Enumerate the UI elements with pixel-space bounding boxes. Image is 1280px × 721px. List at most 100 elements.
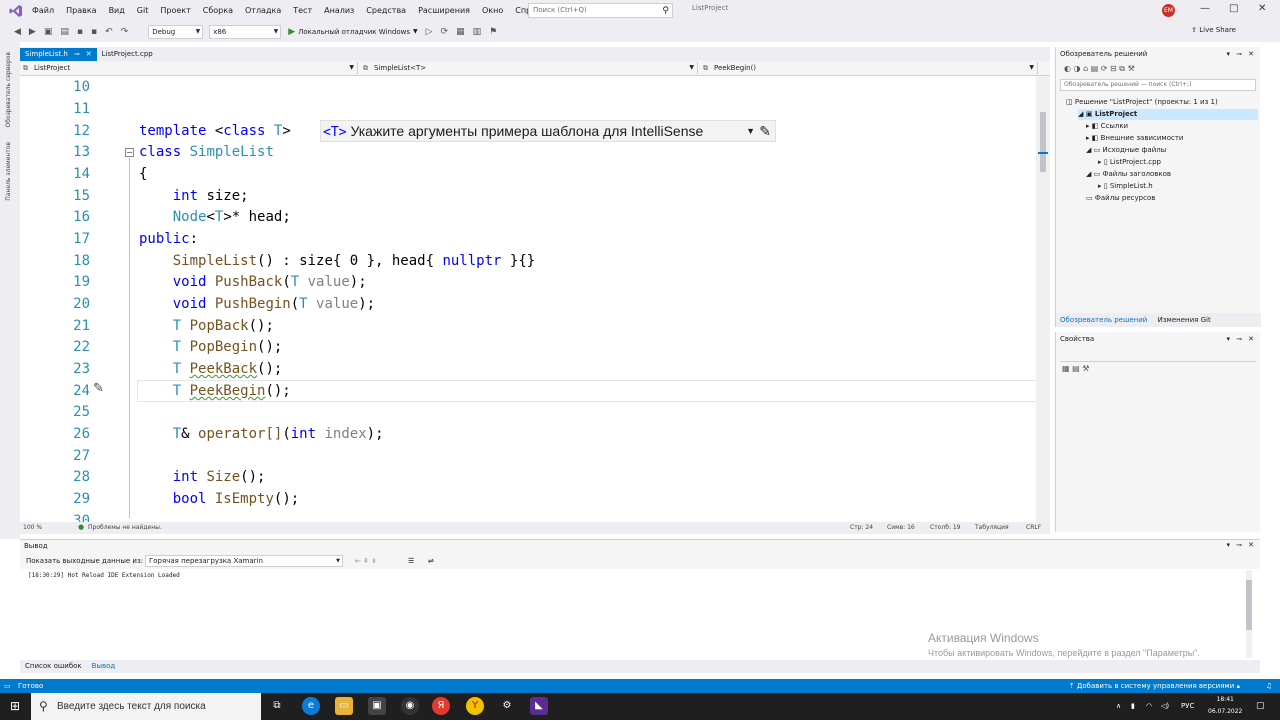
tab-output[interactable]: Вывод <box>87 660 121 673</box>
keyboard-language[interactable]: РУС <box>1181 693 1194 720</box>
edit-pencil-icon[interactable]: ✎ <box>759 121 771 141</box>
forward-icon[interactable]: ◑ <box>1074 64 1081 73</box>
menu-window[interactable]: Окно <box>476 0 509 21</box>
tray-app-icon[interactable]: ▮ <box>1131 693 1135 720</box>
intellisense-template-bar[interactable]: <T> Укажите аргументы примера шаблона для… <box>320 120 776 142</box>
pin-icon[interactable]: ⊸ <box>1236 541 1242 549</box>
server-explorer-tab[interactable]: Обозреватель серверов <box>5 52 12 128</box>
tab-simplelist-h[interactable]: SimpleList.h ⊸ ✕ <box>20 48 97 61</box>
properties-object-select[interactable] <box>1060 348 1256 362</box>
visual-studio-taskbar-icon[interactable]: ◣ <box>530 697 548 715</box>
output-source-select[interactable]: Горячая перезагрузка Xamarin ▼ <box>145 555 343 567</box>
file-explorer-icon[interactable]: ▭ <box>335 697 353 715</box>
tree-external-deps[interactable]: ▸ ◧ Внешние зависимости <box>1086 133 1183 144</box>
categorized-icon[interactable]: ▦ <box>1062 364 1070 373</box>
tab-error-list[interactable]: Список ошибок <box>20 660 87 673</box>
menu-file[interactable]: Файл <box>26 0 60 21</box>
close-icon[interactable]: ✕ <box>1248 47 1254 61</box>
store-icon[interactable]: ▣ <box>368 697 386 715</box>
menu-build[interactable]: Сборка <box>197 0 239 21</box>
word-wrap-icon[interactable]: ⇌ <box>428 553 434 569</box>
property-pages-icon[interactable]: ⚒ <box>1082 364 1089 373</box>
find-message-icon[interactable]: ⇤ ⇞ ⇟ <box>355 553 377 569</box>
windows-start-icon[interactable]: ⊞ <box>10 699 20 713</box>
edge-icon[interactable]: e <box>302 697 320 715</box>
chrome-icon[interactable]: ◉ <box>401 697 419 715</box>
chevron-down-icon[interactable]: ▼ <box>746 121 755 141</box>
run-without-debug-icon[interactable]: ▷ <box>426 27 433 37</box>
pin-icon[interactable]: ⊸ <box>1236 47 1242 61</box>
network-icon[interactable]: ◠ <box>1146 693 1152 720</box>
tree-solution[interactable]: ◫ Решение "ListProject" (проекты: 1 из 1… <box>1066 97 1218 108</box>
solution-search-input[interactable]: Обозреватель решений — поиск (Ctrl+;) <box>1060 79 1256 91</box>
settings-icon[interactable]: ⚙ <box>498 697 516 715</box>
menu-project[interactable]: Проект <box>154 0 196 21</box>
back-icon[interactable]: ◀ <box>14 27 21 37</box>
search-input[interactable]: Поиск (Ctrl+Q) ⚲ <box>528 3 673 18</box>
code-editor[interactable]: 10 11 12 13 14 15 16 17 18 19 20 21 22 2… <box>20 76 1050 522</box>
tree-project[interactable]: ◢ ▣ ListProject <box>1078 109 1258 120</box>
back-icon[interactable]: ◐ <box>1064 64 1071 73</box>
task-view-icon[interactable]: ⧉ <box>268 697 286 715</box>
tree-source-files[interactable]: ◢ ▭ Исходные файлы <box>1086 145 1166 156</box>
member-select[interactable]: ⧉ PeekBegin() ▼ <box>700 62 1038 74</box>
platform-select[interactable]: x86 ▼ <box>209 24 282 39</box>
tree-header-files[interactable]: ◢ ▭ Файлы заголовков <box>1086 169 1171 180</box>
close-icon[interactable]: ✕ <box>86 48 92 61</box>
hot-reload-icon[interactable]: ⟳ <box>441 27 449 37</box>
configuration-select[interactable]: Debug ▼ <box>148 24 204 39</box>
yandex-icon[interactable]: Я <box>432 697 450 715</box>
tree-resource-files[interactable]: ▭ Файлы ресурсов <box>1086 193 1155 204</box>
menu-view[interactable]: Вид <box>103 0 131 21</box>
tray-chevron-icon[interactable]: ∧ <box>1116 693 1121 720</box>
bookmark-icon[interactable]: ⚑ <box>489 27 497 37</box>
menu-git[interactable]: Git <box>131 0 155 21</box>
live-share-button[interactable]: ⇪ Live Share <box>1191 26 1236 34</box>
yandex-browser-icon[interactable]: Y <box>466 697 484 715</box>
save-icon[interactable]: ▪ <box>77 27 83 37</box>
close-icon[interactable]: ✕ <box>1248 332 1254 346</box>
notification-center-icon[interactable]: ▢ <box>1256 693 1265 720</box>
visual-studio-logo-icon[interactable] <box>6 1 26 21</box>
close-icon[interactable]: ✕ <box>1248 541 1254 549</box>
tree-simplelist-h[interactable]: ▸ ▯ SimpleList.h <box>1098 181 1153 192</box>
forward-icon[interactable]: ▶ <box>29 27 36 37</box>
tab-listproject-cpp[interactable]: ListProject.cpp <box>97 48 158 61</box>
home-icon[interactable]: ⌂ <box>1083 64 1088 73</box>
source-control-button[interactable]: ⇡ Добавить в систему управления версиями… <box>1069 679 1240 693</box>
chevron-down-icon[interactable]: ▾ <box>1226 541 1230 549</box>
redo-icon[interactable]: ↷ <box>121 27 129 37</box>
new-item-icon[interactable]: ▣ <box>44 27 53 37</box>
open-icon[interactable]: ▤ <box>60 27 69 37</box>
properties-icon[interactable]: ⚒ <box>1128 64 1135 73</box>
quick-actions-brush-icon[interactable]: ✎ <box>93 381 104 396</box>
eol-indicator[interactable]: CRLF <box>1026 524 1041 531</box>
refresh-icon[interactable]: ⟳ <box>1101 64 1108 73</box>
collapse-toggle[interactable]: − <box>125 148 134 157</box>
indent-indicator[interactable]: Табуляция <box>975 524 1009 531</box>
zoom-level[interactable]: 100 % <box>23 524 42 531</box>
alphabetical-icon[interactable]: ▤ <box>1072 364 1080 373</box>
tab-git-changes[interactable]: Изменения Git <box>1154 316 1215 324</box>
tree-references[interactable]: ▸ ◧ Ссылки <box>1086 121 1128 132</box>
show-all-icon[interactable]: ⧉ <box>1119 64 1125 73</box>
avatar[interactable]: EM <box>1162 4 1175 17</box>
start-debugging-button[interactable]: ▶ Локальный отладчик Windows ▼ <box>288 27 417 37</box>
output-scrollbar[interactable] <box>1246 570 1252 658</box>
editor-scrollbar[interactable] <box>1036 76 1050 522</box>
notifications-icon[interactable]: ♫ <box>1266 679 1272 693</box>
clear-all-icon[interactable]: ☰ <box>408 553 414 569</box>
menu-edit[interactable]: Правка <box>60 0 102 21</box>
tab-solution-explorer[interactable]: Обозреватель решений <box>1056 316 1151 324</box>
menu-extensions[interactable]: Расширения <box>412 0 476 21</box>
toolbox-tab[interactable]: Панель элементов <box>5 142 12 201</box>
taskbar-search-input[interactable]: ⚲ Введите здесь текст для поиска <box>31 693 261 720</box>
collapse-all-icon[interactable]: ⊟ <box>1110 64 1117 73</box>
volume-icon[interactable]: ◁) <box>1161 693 1169 720</box>
pin-icon[interactable]: ⊸ <box>74 48 80 61</box>
problems-status[interactable]: Проблемы не найдены. <box>88 524 162 531</box>
pin-icon[interactable]: ⊸ <box>1236 332 1242 346</box>
toolbar-icon-b[interactable]: ▥ <box>473 27 482 37</box>
scrollbar-thumb[interactable] <box>1040 112 1046 172</box>
minimize-icon[interactable]: — <box>1200 3 1210 14</box>
